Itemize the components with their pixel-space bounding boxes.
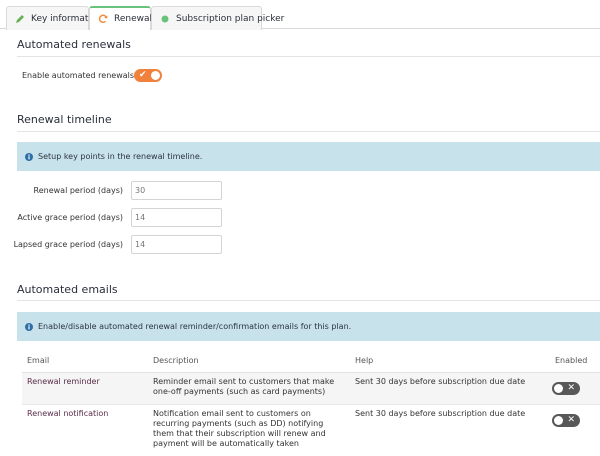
email-help: Sent 30 days before subscription due dat…: [355, 408, 526, 418]
email-name: Renewal notification: [27, 408, 109, 418]
x-icon: ✕: [567, 414, 575, 425]
tab-renewals[interactable]: Renewals: [89, 6, 157, 30]
toggle-knob: [151, 71, 160, 80]
tab-key-information[interactable]: Key information: [6, 6, 102, 30]
table-row: Renewal notification Notification email …: [22, 404, 600, 456]
enabled-cell: ✕: [550, 372, 600, 405]
divider: [17, 131, 600, 132]
pencil-icon: [15, 14, 25, 24]
email-description: Reminder email sent to customers that ma…: [148, 372, 350, 405]
renewal-period-input[interactable]: [131, 181, 222, 200]
info-icon: [25, 152, 33, 161]
tab-label: Subscription plan picker: [176, 13, 285, 24]
automated-emails-title: Automated emails: [17, 283, 118, 296]
renewal-timeline-title: Renewal timeline: [17, 113, 112, 126]
lapsed-grace-period-input[interactable]: [131, 235, 222, 254]
table-row: Renewal reminder Reminder email sent to …: [22, 372, 600, 405]
divider: [17, 56, 600, 57]
x-icon: ✕: [567, 382, 575, 393]
enable-renewals-label: Enable automated renewals?: [22, 71, 139, 80]
email-name: Renewal reminder: [22, 372, 148, 405]
refresh-icon: [98, 14, 108, 24]
divider: [17, 300, 600, 301]
column-header-email: Email: [22, 350, 148, 373]
renewal-timeline-info: Setup key points in the renewal timeline…: [17, 142, 600, 171]
check-icon: ✔: [139, 70, 147, 80]
column-header-help: Help: [350, 350, 550, 373]
active-grace-period-input[interactable]: [131, 208, 222, 227]
info-text: Setup key points in the renewal timeline…: [38, 152, 203, 161]
column-header-enabled: Enabled: [550, 350, 600, 373]
automated-renewals-title: Automated renewals: [17, 38, 131, 51]
toggle-knob: [554, 415, 563, 425]
tab-subscription-plan-picker[interactable]: Subscription plan picker: [151, 6, 284, 30]
renewal-reminder-toggle[interactable]: ✕: [552, 381, 580, 395]
tab-bar: Key information Renewals Subscription pl…: [0, 0, 600, 30]
email-help: Sent 30 days before subscription due dat…: [350, 372, 550, 405]
toggle-knob: [554, 383, 563, 393]
info-icon: [25, 322, 33, 331]
renewal-period-label: Renewal period (days): [33, 186, 123, 195]
enabled-cell: ✕: [550, 404, 600, 456]
info-text: Enable/disable automated renewal reminde…: [38, 322, 352, 331]
emails-table: Email Description Help Enabled Renewal r…: [22, 350, 600, 456]
active-grace-period-label: Active grace period (days): [17, 213, 123, 222]
automated-emails-info: Enable/disable automated renewal reminde…: [17, 312, 600, 341]
email-description: Notification email sent to customers on …: [153, 408, 326, 448]
enable-renewals-toggle[interactable]: ✔: [134, 69, 162, 82]
renewal-notification-toggle[interactable]: ✕: [552, 413, 580, 427]
dot-icon: [160, 14, 170, 24]
column-header-description: Description: [148, 350, 350, 373]
lapsed-grace-period-label: Lapsed grace period (days): [13, 240, 123, 249]
